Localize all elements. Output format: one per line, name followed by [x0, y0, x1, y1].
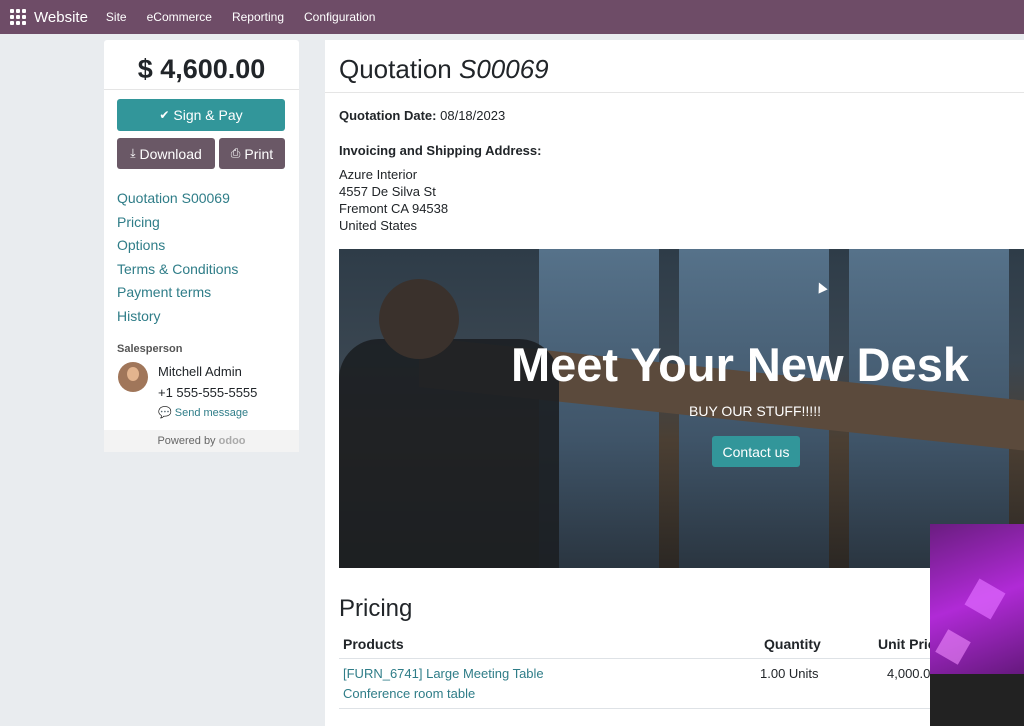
title-prefix: Quotation: [339, 54, 452, 84]
powered-by-text: Powered by: [157, 435, 216, 447]
send-message-link[interactable]: 💬 Send message: [158, 406, 248, 419]
quotation-sidebar: $ 4,600.00 ✔ Sign & Pay ⤓ Download ⎙ Pri…: [104, 40, 299, 452]
quotation-date-value: 08/18/2023: [440, 108, 506, 123]
column-header-products: Products: [343, 636, 404, 652]
title-divider: [325, 92, 1024, 93]
document-actions: ⤓ Download ⎙ Print: [117, 138, 285, 169]
overlay-shape: [935, 629, 971, 665]
salesperson-avatar: [118, 362, 148, 392]
chat-bubble-icon: 💬: [158, 407, 172, 419]
nav-payment-terms[interactable]: Payment terms: [117, 284, 238, 308]
column-header-unit-price: Unit Pric: [878, 636, 936, 652]
nav-terms[interactable]: Terms & Conditions: [117, 261, 238, 285]
quotation-main: Quotation S00069 Quotation Date: 08/18/2…: [325, 40, 1024, 726]
banner-person: [379, 279, 459, 359]
powered-by-footer: Powered by odoo: [104, 430, 299, 452]
address-label: Invoicing and Shipping Address:: [339, 143, 542, 158]
menu-ecommerce[interactable]: eCommerce: [147, 10, 212, 24]
table-row-divider: [339, 708, 1024, 709]
top-navbar: Website Site eCommerce Reporting Configu…: [0, 0, 1024, 34]
banner-heading: Meet Your New Desk: [511, 338, 969, 391]
nav-quotation[interactable]: Quotation S00069: [117, 190, 238, 214]
title-number: S00069: [458, 54, 549, 84]
nav-options[interactable]: Options: [117, 237, 238, 261]
section-nav: Quotation S00069 Pricing Options Terms &…: [117, 190, 238, 331]
salesperson-phone: +1 555-555-5555: [158, 385, 258, 400]
overlay-shape: [964, 578, 1006, 620]
product-description[interactable]: Conference room table: [343, 686, 475, 701]
salesperson-title: Salesperson: [117, 343, 183, 355]
address-line: 4557 De Silva St: [339, 184, 436, 199]
check-icon: ✔: [159, 108, 170, 122]
print-label: Print: [244, 145, 274, 162]
sign-pay-label: Sign & Pay: [173, 107, 243, 123]
salesperson-name: Mitchell Admin: [158, 364, 242, 379]
address-line: United States: [339, 218, 418, 233]
quotation-date: Quotation Date: 08/18/2023: [339, 108, 505, 123]
menu-reporting[interactable]: Reporting: [232, 10, 284, 24]
hero-banner: Meet Your New Desk BUY OUR STUFF!!!!! Co…: [339, 249, 1024, 568]
contact-us-button[interactable]: Contact us: [712, 436, 800, 467]
apps-grid-icon[interactable]: [10, 9, 26, 25]
download-icon: ⤓: [130, 146, 136, 160]
download-label: Download: [139, 145, 202, 162]
product-name-link[interactable]: [FURN_6741] Large Meeting Table: [343, 666, 544, 681]
webcam-overlay: [930, 524, 1024, 726]
banner-subheading: BUY OUR STUFF!!!!!: [689, 403, 821, 419]
column-header-quantity: Quantity: [764, 636, 821, 652]
download-button[interactable]: ⤓ Download: [117, 138, 215, 169]
nav-history[interactable]: History: [117, 308, 238, 332]
page-title: Quotation S00069: [339, 54, 549, 85]
printer-icon: ⎙: [230, 146, 241, 160]
pricing-title: Pricing: [339, 595, 413, 622]
address-block: Azure Interior 4557 De Silva St Fremont …: [339, 166, 448, 234]
quotation-date-label: Quotation Date:: [339, 108, 437, 123]
table-header-divider: [339, 658, 1024, 659]
app-brand[interactable]: Website: [34, 9, 88, 26]
sign-pay-button[interactable]: ✔ Sign & Pay: [117, 99, 285, 131]
address-line: Fremont CA 94538: [339, 201, 449, 216]
product-quantity: 1.00 Units: [760, 666, 819, 681]
menu-configuration[interactable]: Configuration: [304, 10, 375, 24]
menu-site[interactable]: Site: [106, 10, 127, 24]
total-amount: $ 4,600.00: [104, 40, 299, 90]
print-button[interactable]: ⎙ Print: [219, 138, 285, 169]
odoo-logo[interactable]: odoo: [219, 435, 246, 447]
send-message-label: Send message: [174, 407, 249, 419]
product-unit-price: 4,000.0: [887, 666, 931, 681]
overlay-shape: [930, 674, 1024, 726]
address-line: Azure Interior: [339, 167, 418, 182]
nav-pricing[interactable]: Pricing: [117, 214, 238, 238]
